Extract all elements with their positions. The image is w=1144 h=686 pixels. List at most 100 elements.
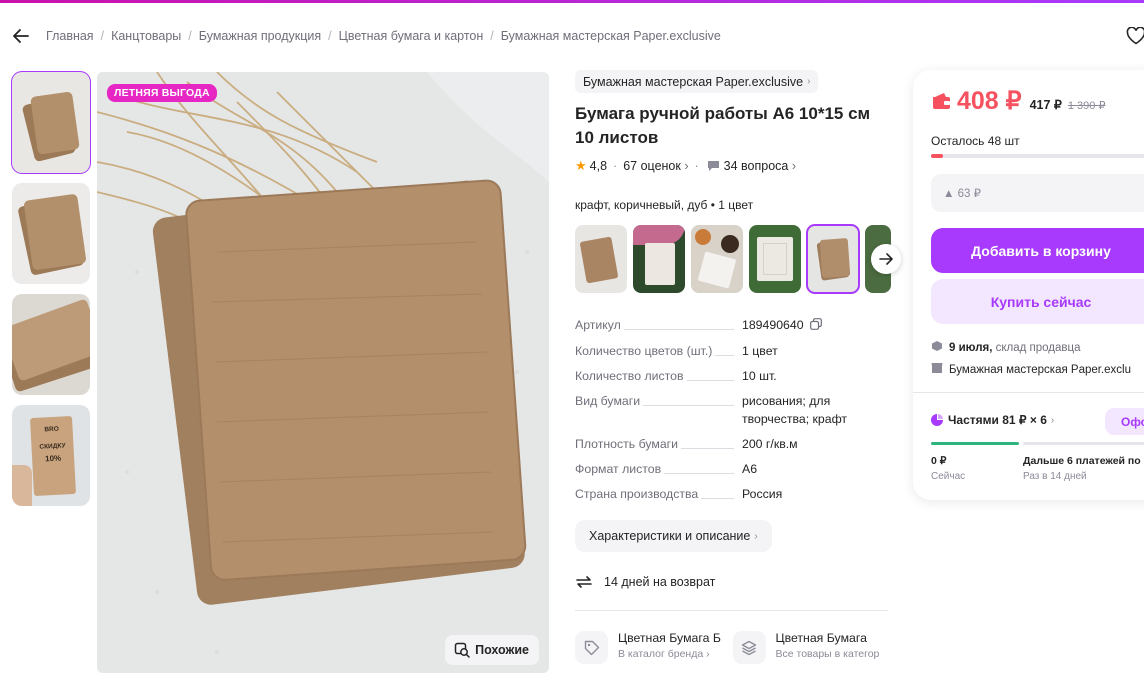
back-arrow-icon[interactable] <box>12 27 30 45</box>
buy-card: 408 ₽ 417 ₽ 1 390 ₽ Осталось 48 шт ▲ 63 … <box>913 70 1144 500</box>
installments-icon <box>931 414 943 426</box>
brand-link[interactable]: Бумажная мастерская Paper.exclusive › <box>575 70 819 93</box>
stock-progress-fill <box>931 154 943 158</box>
chevron-right-icon: › <box>807 76 811 87</box>
breadcrumb: Главная / Канцтовары / Бумажная продукция /… <box>12 26 721 46</box>
delivery-info: 9 июля, склад продавца <box>931 340 1081 355</box>
breadcrumb-item-brand[interactable]: Бумажная мастерская Paper.exclusive <box>501 29 721 43</box>
installment-progress-later <box>1023 442 1144 445</box>
tag-icon <box>575 631 608 664</box>
copy-icon[interactable] <box>809 317 822 335</box>
shop-icon <box>931 362 943 377</box>
similar-search-icon <box>454 642 470 658</box>
thumbnail-image-ad[interactable]: BRO СКИДКУ 10% <box>12 405 90 506</box>
category-link[interactable]: Цветная Бумага Все товары в категор <box>732 631 891 664</box>
price-current: 408 ₽ <box>957 87 1022 115</box>
brand-catalog-title: Цветная Бумага Б <box>618 631 721 645</box>
spec-row: Количество листов 10 шт. <box>575 367 875 385</box>
spec-row: Количество цветов (шт.) 1 цвет <box>575 342 875 360</box>
spec-key: Плотность бумаги <box>575 435 682 453</box>
catalog-links: Цветная Бумага БВ каталог бренда › Цветн… <box>575 631 890 664</box>
top-accent-line <box>0 0 1144 3</box>
wallet-icon <box>931 92 952 110</box>
price-without-wallet: 417 ₽ <box>1029 98 1062 112</box>
chevron-right-icon: › <box>754 530 758 542</box>
breadcrumb-item-paper-products[interactable]: Бумажная продукция <box>199 29 321 43</box>
spec-value: 200 г/кв.м <box>742 437 798 451</box>
pay-later-label: Раз в 14 дней <box>1023 471 1087 482</box>
variant-swatch-4[interactable] <box>749 225 801 293</box>
seller-name: Бумажная мастерская Paper.exclu <box>949 363 1132 376</box>
characteristics-button[interactable]: Характеристики и описание › <box>575 520 772 552</box>
spec-row: Плотность бумаги 200 г/кв.м <box>575 435 875 453</box>
spec-value: Россия <box>742 487 783 501</box>
add-to-cart-button[interactable]: Добавить в корзину <box>931 228 1144 273</box>
pay-now-amount: 0 ₽ <box>931 455 947 467</box>
spec-row: Страна производства Россия <box>575 485 875 503</box>
breadcrumb-item-color-paper[interactable]: Цветная бумага и картон <box>339 29 484 43</box>
brand-catalog-link[interactable]: Цветная Бумага БВ каталог бренда › <box>575 631 733 664</box>
pay-now-label: Сейчас <box>931 471 966 482</box>
spec-row: Формат листов А6 <box>575 460 875 478</box>
ad-thumb-line3: 10% <box>44 453 62 464</box>
spec-key: Формат листов <box>575 460 665 478</box>
divider <box>575 610 888 611</box>
brand-name: Бумажная мастерская Paper.exclusive <box>583 74 804 89</box>
questions-link[interactable]: 34 вопроса › <box>724 159 796 173</box>
variant-swatch-3[interactable] <box>691 225 743 293</box>
breadcrumb-item-stationery[interactable]: Канцтовары <box>111 29 181 43</box>
thumbnail-list: BRO СКИДКУ 10% <box>11 71 91 516</box>
spec-value-article: 189490640 <box>742 318 804 332</box>
questions-icon <box>707 160 720 172</box>
breadcrumb-separator: / <box>490 29 494 43</box>
thumbnail-image-3[interactable] <box>12 294 90 395</box>
ad-thumb-line2: СКИДКУ <box>39 442 66 451</box>
price-row: 408 ₽ 417 ₽ 1 390 ₽ <box>931 86 1105 116</box>
spec-key: Вид бумаги <box>575 392 644 410</box>
spec-row: Вид бумаги рисования; для творчества; кр… <box>575 392 875 428</box>
bonus-field[interactable]: ▲ 63 ₽ <box>931 174 1144 212</box>
characteristics-label: Характеристики и описание <box>589 529 751 543</box>
reviews-link[interactable]: 67 оценок › <box>623 159 688 173</box>
thumbnail-image-2[interactable] <box>12 183 90 284</box>
reviews-count: 67 оценок <box>623 159 681 173</box>
spec-key: Количество цветов (шт.) <box>575 342 716 360</box>
buy-now-button[interactable]: Купить сейчас <box>931 279 1144 324</box>
ad-thumb-line1: BRO <box>44 425 60 434</box>
stock-remaining: Осталось 48 шт <box>931 134 1020 148</box>
main-product-image[interactable]: ЛЕТНЯЯ ВЫГОДА Похожие <box>97 72 549 673</box>
breadcrumb-separator: / <box>100 29 105 43</box>
installments-link[interactable]: Частями 81 ₽ × 6 › <box>931 413 1054 427</box>
installments-text: Частями 81 ₽ × 6 <box>948 413 1047 427</box>
spec-row: Артикул 189490640 <box>575 316 875 335</box>
divider <box>913 392 1144 393</box>
variant-swatch-5-selected[interactable] <box>806 224 860 294</box>
similar-label: Похожие <box>475 643 529 657</box>
offer-button[interactable]: Офо <box>1105 408 1144 435</box>
questions-count: 34 вопроса <box>723 159 789 173</box>
spec-key: Количество листов <box>575 367 687 385</box>
dot-separator: · <box>694 159 699 173</box>
spec-value: А6 <box>742 462 758 476</box>
return-arrows-icon <box>576 576 592 588</box>
brand-catalog-subtitle: В каталог бренда <box>618 648 704 660</box>
similar-button[interactable]: Похожие <box>445 635 539 665</box>
product-info: Бумажная мастерская Paper.exclusive › Бум… <box>575 70 901 664</box>
installment-progress-now <box>931 442 1019 445</box>
favorite-heart-icon[interactable] <box>1126 26 1144 45</box>
breadcrumb-item-home[interactable]: Главная <box>46 29 94 43</box>
spec-value: 1 цвет <box>742 344 778 358</box>
delivery-source: склад продавца <box>995 341 1081 354</box>
next-arrow-icon[interactable] <box>871 244 901 274</box>
rating-row: ★ 4,8 · 67 оценок › · 34 вопроса › <box>575 158 890 174</box>
star-icon: ★ <box>575 158 587 173</box>
seller-link[interactable]: Бумажная мастерская Paper.exclu <box>931 362 1131 377</box>
variant-swatch-2[interactable] <box>633 225 685 293</box>
returns-info: 14 дней на возврат <box>575 574 890 590</box>
thumbnail-image-1[interactable] <box>11 71 91 174</box>
variant-swatch-1[interactable] <box>575 225 627 293</box>
price-original: 1 390 ₽ <box>1067 100 1106 112</box>
promo-badge: ЛЕТНЯЯ ВЫГОДА <box>107 84 217 102</box>
stock-progress <box>931 154 1144 158</box>
spec-value: рисования; для творчества; крафт <box>742 394 848 426</box>
